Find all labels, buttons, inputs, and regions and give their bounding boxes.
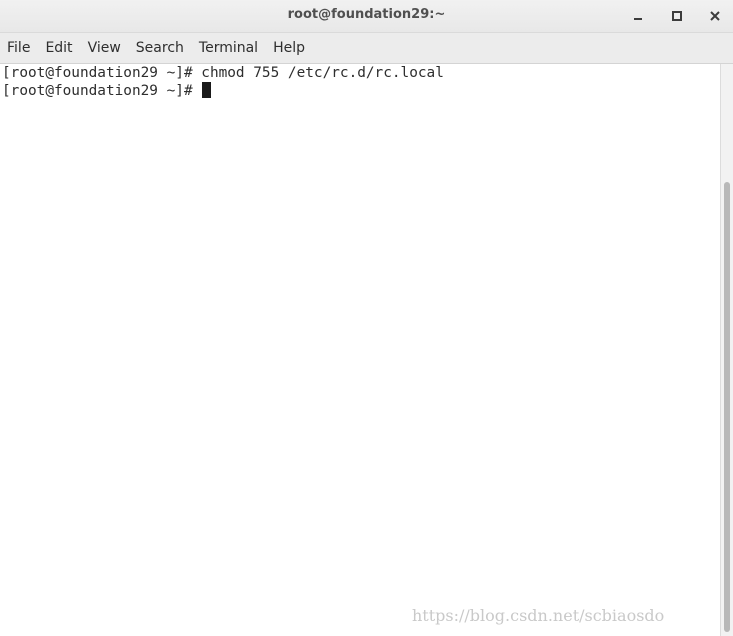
title-bar: root@foundation29:~	[0, 0, 733, 33]
maximize-button[interactable]	[667, 6, 687, 26]
terminal-line: [root@foundation29 ~]#	[2, 82, 212, 100]
scrollbar-thumb[interactable]	[724, 182, 730, 632]
command: chmod 755 /etc/rc.d/rc.local	[201, 65, 444, 81]
menu-bar: File Edit View Search Terminal Help	[0, 33, 733, 64]
terminal-area[interactable]: [root@foundation29 ~]# chmod 755 /etc/rc…	[0, 64, 720, 636]
minimize-button[interactable]	[628, 6, 648, 26]
menu-view[interactable]: View	[81, 33, 129, 63]
menu-search[interactable]: Search	[129, 33, 192, 63]
watermark: https://blog.csdn.net/scbiaosdo	[412, 606, 665, 625]
text-cursor	[202, 82, 212, 98]
menu-terminal[interactable]: Terminal	[192, 33, 266, 63]
menu-file[interactable]: File	[0, 33, 38, 63]
vertical-scrollbar[interactable]	[720, 64, 733, 636]
menu-help[interactable]: Help	[266, 33, 313, 63]
terminal-line: [root@foundation29 ~]# chmod 755 /etc/rc…	[2, 64, 444, 82]
menu-edit[interactable]: Edit	[38, 33, 80, 63]
minimize-icon	[634, 18, 642, 20]
window-title: root@foundation29:~	[287, 7, 446, 22]
maximize-icon	[672, 11, 682, 21]
prompt: [root@foundation29 ~]#	[2, 83, 202, 99]
close-icon	[710, 11, 720, 21]
close-button[interactable]	[705, 6, 725, 26]
prompt: [root@foundation29 ~]#	[2, 65, 202, 81]
